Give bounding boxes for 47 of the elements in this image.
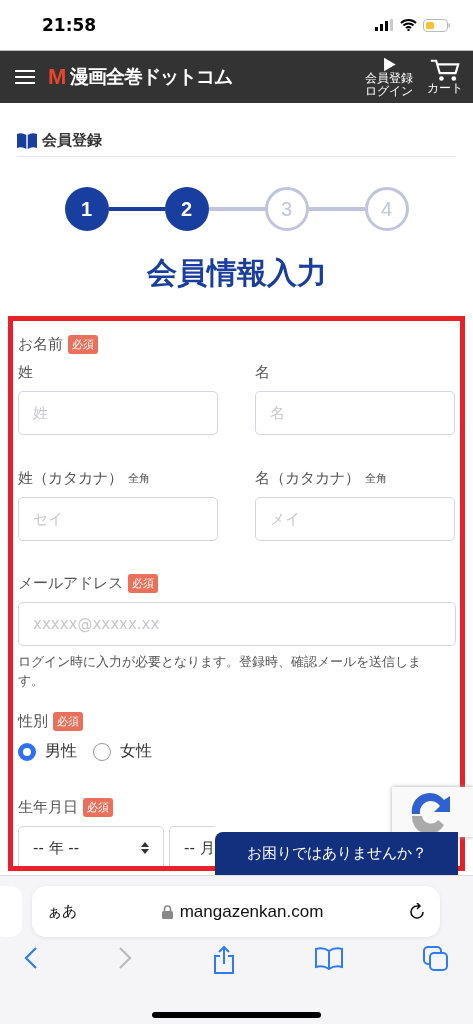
- required-badge: 必須: [53, 711, 83, 731]
- sort-icon: [141, 842, 149, 854]
- menu-icon[interactable]: [15, 69, 35, 85]
- play-icon: [381, 56, 397, 72]
- field-label: 名（カタカナ）: [255, 468, 360, 488]
- select-field[interactable]: -- 年 --: [18, 826, 164, 866]
- field-note: 全角: [128, 470, 150, 486]
- share-icon[interactable]: [211, 946, 236, 974]
- required-badge: 必須: [83, 797, 113, 817]
- step-indicator: 2: [164, 187, 209, 231]
- field-label: メールアドレス: [18, 573, 123, 593]
- battery-icon: [423, 18, 451, 32]
- text-size-button[interactable]: ぁあ: [47, 902, 77, 921]
- select-field[interactable]: -- 月: [169, 826, 215, 866]
- reload-icon[interactable]: [408, 902, 426, 921]
- help-button[interactable]: お困りではありませんか？: [215, 832, 458, 875]
- field-label: 姓（カタカナ）: [18, 468, 123, 488]
- field-note: 全角: [365, 470, 387, 486]
- field-label: 生年月日: [18, 797, 78, 817]
- required-badge: 必須: [128, 573, 158, 593]
- field-label: 性別: [18, 711, 48, 731]
- section-title: 会員登録: [42, 131, 102, 150]
- step-indicator: 4: [364, 187, 409, 231]
- logo-text[interactable]: 漫画全巻ドットコム: [70, 64, 233, 90]
- back-icon[interactable]: [24, 946, 38, 970]
- login-button[interactable]: 会員登録 ログイン: [365, 56, 413, 98]
- status-time: 21:58: [42, 15, 97, 35]
- cart-button[interactable]: カート: [427, 59, 463, 95]
- book-icon[interactable]: [315, 946, 344, 970]
- field-hint: ログイン時に入力が必要となります。登録時、確認メールを送信します。: [18, 653, 422, 690]
- lock-icon: [161, 904, 173, 919]
- address-bar[interactable]: ぁあ mangazenkan.com: [32, 886, 440, 937]
- url-text: mangazenkan.com: [179, 901, 324, 922]
- radio-option[interactable]: 男性: [18, 741, 77, 762]
- field-label: 名: [255, 362, 270, 382]
- field-label: 姓: [18, 362, 33, 382]
- step-indicator: 1: [64, 187, 109, 231]
- page-heading: 会員情報入力: [145, 254, 328, 292]
- wifi-icon: [400, 19, 417, 31]
- book-icon: [17, 132, 37, 149]
- required-badge: 必須: [68, 334, 98, 354]
- radio-option[interactable]: 女性: [93, 741, 152, 762]
- cart-icon: [430, 59, 460, 82]
- signal-icon: [375, 19, 394, 31]
- field-label: お名前: [18, 334, 63, 354]
- tabs-icon[interactable]: [423, 946, 449, 972]
- step-indicator: 3: [264, 187, 309, 231]
